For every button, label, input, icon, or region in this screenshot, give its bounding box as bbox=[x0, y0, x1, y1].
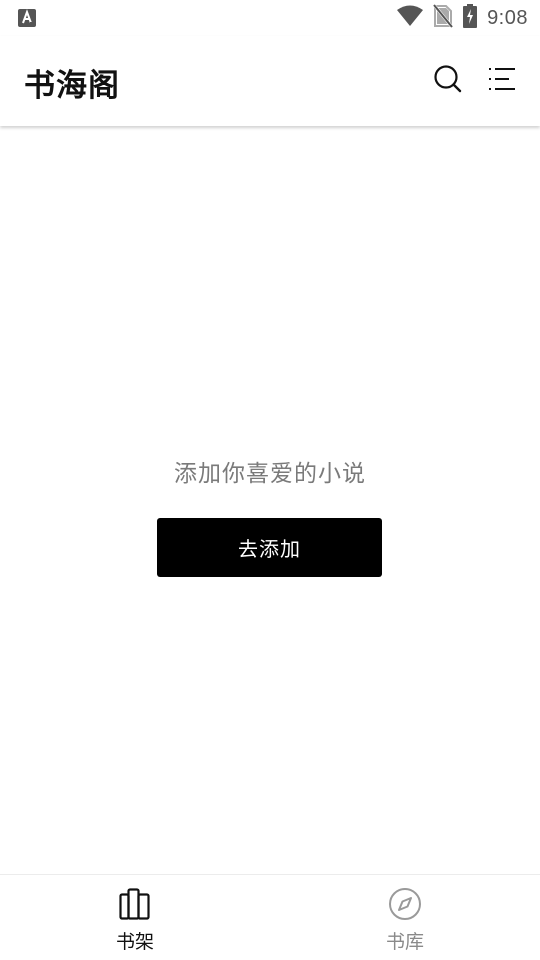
app-screen: 9:08 书海阁 添加你喜爱的小说 去添加 书架 书库 bbox=[0, 0, 540, 960]
app-bar: 书海阁 bbox=[0, 36, 540, 126]
status-time: 9:08 bbox=[487, 6, 528, 29]
no-sim-icon bbox=[432, 4, 454, 32]
app-title: 书海阁 bbox=[24, 68, 120, 104]
nav-label-library: 书库 bbox=[385, 931, 424, 953]
empty-hint: 添加你喜爱的小说 bbox=[174, 461, 366, 487]
nav-item-library[interactable]: 书库 bbox=[270, 875, 540, 960]
nav-item-bookshelf[interactable]: 书架 bbox=[0, 875, 270, 960]
keyboard-a-icon bbox=[18, 9, 36, 27]
wifi-icon bbox=[397, 5, 424, 31]
status-bar: 9:08 bbox=[0, 0, 540, 36]
menu-list-icon bbox=[488, 66, 516, 96]
battery-charging-icon bbox=[463, 4, 478, 32]
nav-label-bookshelf: 书架 bbox=[115, 931, 154, 953]
add-novel-button[interactable]: 去添加 bbox=[157, 518, 382, 577]
menu-button[interactable] bbox=[482, 61, 522, 101]
bottom-nav: 书架 书库 bbox=[0, 874, 540, 960]
bookshelf-content: 添加你喜爱的小说 去添加 bbox=[0, 126, 540, 874]
search-icon bbox=[433, 64, 463, 98]
bookshelf-icon bbox=[118, 887, 152, 921]
compass-icon bbox=[388, 887, 422, 921]
search-button[interactable] bbox=[428, 61, 468, 101]
status-icons: 9:08 bbox=[397, 4, 528, 32]
